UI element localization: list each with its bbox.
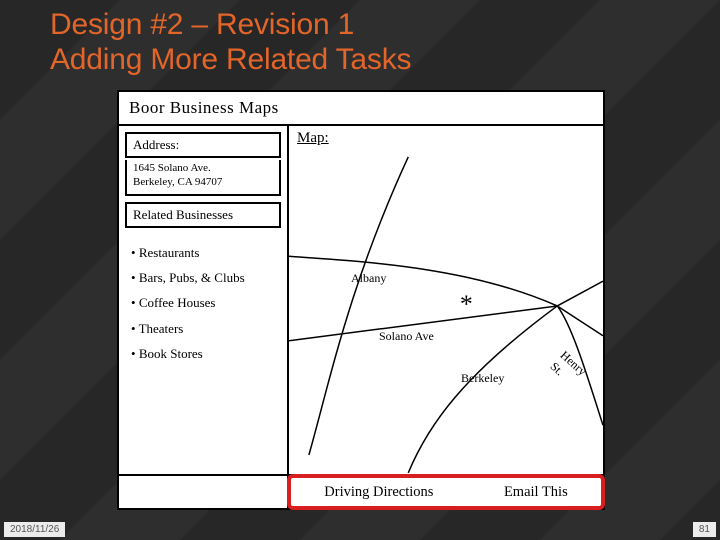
list-item: Coffee Houses [131,290,279,315]
svg-text:*: * [460,289,473,318]
wireframe-sketch: Boor Business Maps Address: 1645 Solano … [117,90,605,510]
slide-page-number: 81 [693,522,716,537]
list-item: Restaurants [131,240,279,265]
map-place-solano: Solano Ave [379,329,434,344]
slide-date: 2018/11/26 [4,522,65,537]
list-item: Theaters [131,316,279,341]
address-label-box: Address: [125,132,281,158]
sketch-map-panel: Map: * Albany Solano Ave Berkeley Henry … [289,126,603,474]
slide-title: Design #2 – Revision 1 Adding More Relat… [0,0,720,77]
email-this-link[interactable]: Email This [504,484,568,501]
title-line-2: Adding More Related Tasks [50,43,720,78]
map-roads-svg: * [289,126,603,474]
title-line-1: Design #2 – Revision 1 [50,8,720,43]
sketch-footer: Driving Directions Email This [119,474,603,508]
map-place-berkeley: Berkeley [461,371,504,386]
list-item: Bars, Pubs, & Clubs [131,265,279,290]
map-place-albany: Albany [351,271,386,286]
related-label-box: Related Businesses [125,202,281,228]
driving-directions-link[interactable]: Driving Directions [324,484,433,501]
list-item: Book Stores [131,341,279,366]
address-value: 1645 Solano Ave. Berkeley, CA 94707 [125,160,281,196]
sketch-product-title: Boor Business Maps [119,92,603,126]
sketch-footer-right: Driving Directions Email This [289,476,603,508]
sketch-body: Address: 1645 Solano Ave. Berkeley, CA 9… [119,126,603,474]
map-label: Map: [297,130,329,147]
related-businesses-list: Restaurants Bars, Pubs, & Clubs Coffee H… [125,234,281,367]
sketch-footer-left-empty [119,476,289,508]
sketch-left-column: Address: 1645 Solano Ave. Berkeley, CA 9… [119,126,289,474]
